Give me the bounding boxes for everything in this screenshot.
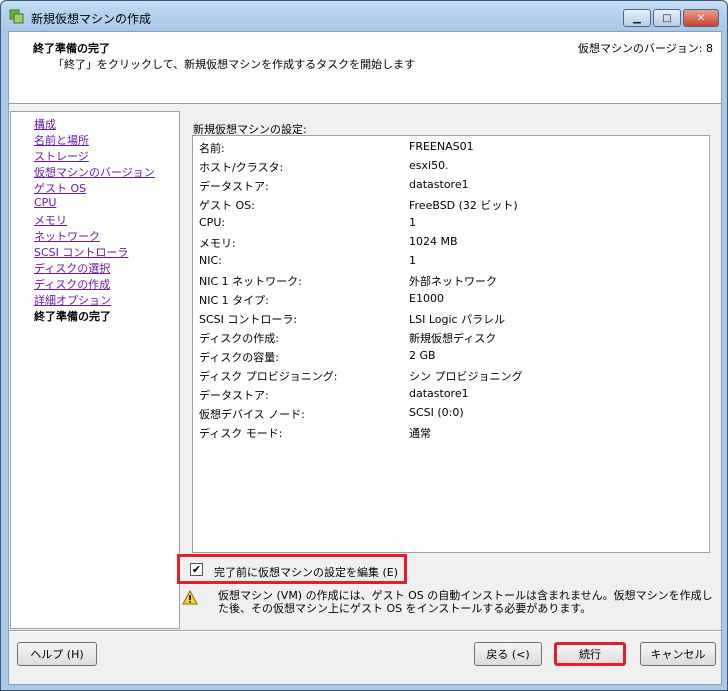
settings-row: NIC: 1 xyxy=(199,254,699,273)
settings-summary-list: 名前: FREENAS01 ホスト/クラスタ: esxi50. データストア: dat… xyxy=(192,135,710,553)
setting-key: 仮想デバイス ノード: xyxy=(199,408,305,421)
close-icon: ✕ xyxy=(696,12,706,24)
vm-version-label: 仮想マシンのバージョン: 8 xyxy=(578,42,713,55)
maximize-icon: □ xyxy=(662,12,672,24)
title-bar[interactable]: 新規仮想マシンの作成 ▁ □ ✕ xyxy=(1,1,727,31)
nav-step-guest-os[interactable]: ゲスト OS xyxy=(34,180,86,196)
settings-row: ディスク モード: 通常 xyxy=(199,425,699,444)
setting-value: 通常 xyxy=(409,427,431,440)
setting-key: NIC 1 タイプ: xyxy=(199,294,269,307)
nav-step-memory[interactable]: メモリ xyxy=(34,212,67,228)
setting-value: 1024 MB xyxy=(409,235,458,248)
setting-value: 新規仮想ディスク xyxy=(409,332,497,345)
page-title: 終了準備の完了 xyxy=(33,42,110,55)
setting-value: 2 GB xyxy=(409,349,436,362)
setting-key: ゲスト OS: xyxy=(199,199,255,212)
nav-step-configuration[interactable]: 構成 xyxy=(34,116,56,132)
nav-step-scsi-controller[interactable]: SCSI コントローラ xyxy=(34,244,128,260)
setting-value: LSI Logic パラレル xyxy=(409,313,506,326)
setting-key: ディスクの容量: xyxy=(199,351,279,364)
nav-step-ready-to-complete: 終了準備の完了 xyxy=(34,310,111,323)
setting-value: E1000 xyxy=(409,292,444,305)
settings-row: CPU: 1 xyxy=(199,216,699,235)
setting-value: datastore1 xyxy=(409,387,469,400)
wizard-steps-nav: 構成 名前と場所 ストレージ 仮想マシンのバージョン ゲスト OS CPU メモ… xyxy=(10,111,180,629)
settings-row: ホスト/クラスタ: esxi50. xyxy=(199,159,699,178)
settings-row: メモリ: 1024 MB xyxy=(199,235,699,254)
nav-step-storage[interactable]: ストレージ xyxy=(34,148,89,164)
settings-row: SCSI コントローラ: LSI Logic パラレル xyxy=(199,311,699,330)
settings-row: データストア: datastore1 xyxy=(199,178,699,197)
edit-settings-checkbox[interactable]: ✔ xyxy=(190,563,203,576)
settings-row: 仮想デバイス ノード: SCSI (0:0) xyxy=(199,406,699,425)
settings-row: NIC 1 タイプ: E1000 xyxy=(199,292,699,311)
settings-row: ディスク プロビジョニング: シン プロビジョニング xyxy=(199,368,699,387)
page-subtitle: 「終了」をクリックして、新規仮想マシンを作成するタスクを開始します xyxy=(53,58,416,71)
setting-key: CPU: xyxy=(199,216,226,229)
setting-key: NIC: xyxy=(199,254,222,267)
back-button[interactable]: 戻る (<) xyxy=(474,642,542,666)
wizard-window: 新規仮想マシンの作成 ▁ □ ✕ 終了準備の完了 「終了」をクリックして、新規仮… xyxy=(0,0,728,691)
setting-key: メモリ: xyxy=(199,237,236,250)
nav-step-network[interactable]: ネットワーク xyxy=(34,228,100,244)
setting-key: NIC 1 ネットワーク: xyxy=(199,275,302,288)
footer-divider xyxy=(9,630,721,632)
setting-key: ホスト/クラスタ: xyxy=(199,161,284,174)
vsphere-app-icon xyxy=(9,9,25,25)
setting-key: データストア: xyxy=(199,389,269,402)
edit-settings-label[interactable]: 完了前に仮想マシンの設定を編集 (E) xyxy=(214,564,398,580)
setting-value: SCSI (0:0) xyxy=(409,406,464,419)
setting-key: ディスク モード: xyxy=(199,427,283,440)
guest-os-warning-text: 仮想マシン (VM) の作成には、ゲスト OS の自動インストールは含まれません… xyxy=(218,589,713,615)
minimize-icon: ▁ xyxy=(633,12,641,24)
settings-row: データストア: datastore1 xyxy=(199,387,699,406)
nav-step-vm-version[interactable]: 仮想マシンのバージョン xyxy=(34,164,155,180)
setting-value: datastore1 xyxy=(409,178,469,191)
settings-row: 名前: FREENAS01 xyxy=(199,140,699,159)
setting-key: ディスクの作成: xyxy=(199,332,279,345)
nav-step-select-disk[interactable]: ディスクの選択 xyxy=(34,260,110,276)
setting-key: データストア: xyxy=(199,180,269,193)
help-button[interactable]: ヘルプ (H) xyxy=(17,642,97,666)
settings-row: ディスクの容量: 2 GB xyxy=(199,349,699,368)
nav-step-advanced-options[interactable]: 詳細オプション xyxy=(34,292,111,308)
settings-row: ディスクの作成: 新規仮想ディスク xyxy=(199,330,699,349)
minimize-button[interactable]: ▁ xyxy=(623,9,651,27)
setting-value: FreeBSD (32 ビット) xyxy=(409,199,518,212)
setting-value: 1 xyxy=(409,254,416,267)
setting-key: 名前: xyxy=(199,142,225,155)
settings-row: ゲスト OS: FreeBSD (32 ビット) xyxy=(199,197,699,216)
warning-icon xyxy=(182,589,198,606)
nav-step-name-location[interactable]: 名前と場所 xyxy=(34,132,89,148)
continue-button[interactable]: 続行 xyxy=(554,642,626,666)
wizard-header: 終了準備の完了 「終了」をクリックして、新規仮想マシンを作成するタスクを開始しま… xyxy=(9,32,721,104)
edit-settings-option[interactable]: ✔ 完了前に仮想マシンの設定を編集 (E) xyxy=(177,554,407,584)
setting-value: シン プロビジョニング xyxy=(409,370,523,383)
nav-step-cpu[interactable]: CPU xyxy=(34,196,56,209)
nav-step-create-disk[interactable]: ディスクの作成 xyxy=(34,276,110,292)
setting-value: esxi50. xyxy=(409,159,449,172)
cancel-button[interactable]: キャンセル xyxy=(640,642,716,666)
setting-value: 1 xyxy=(409,216,416,229)
window-title: 新規仮想マシンの作成 xyxy=(31,12,152,26)
setting-key: SCSI コントローラ: xyxy=(199,313,298,326)
close-button[interactable]: ✕ xyxy=(683,9,719,27)
wizard-client: 終了準備の完了 「終了」をクリックして、新規仮想マシンを作成するタスクを開始しま… xyxy=(8,31,722,685)
settings-row: NIC 1 ネットワーク: 外部ネットワーク xyxy=(199,273,699,292)
setting-value: 外部ネットワーク xyxy=(409,275,497,288)
maximize-button[interactable]: □ xyxy=(653,9,681,27)
setting-key: ディスク プロビジョニング: xyxy=(199,370,338,383)
setting-value: FREENAS01 xyxy=(409,140,474,153)
